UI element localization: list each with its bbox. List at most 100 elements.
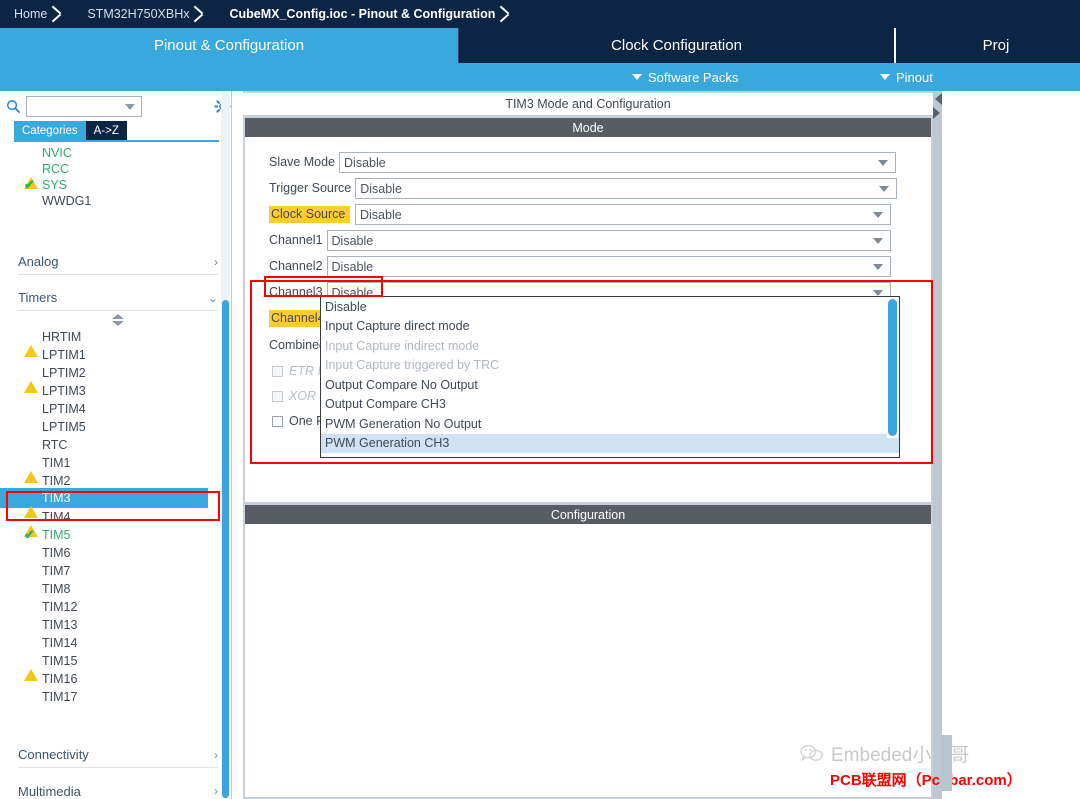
collapse-left-icon[interactable] bbox=[933, 93, 942, 105]
breadcrumb-item-current[interactable]: CubeMX_Config.ioc - Pinout & Configurati… bbox=[211, 0, 495, 28]
peripheral-label: RCC bbox=[42, 162, 70, 176]
field-label: Trigger Source bbox=[269, 181, 352, 195]
sidebar-item-tim6[interactable]: TIM6 bbox=[0, 544, 70, 562]
dropdown-option-label: Output Compare No Output bbox=[325, 377, 478, 392]
channel3-dropdown-list[interactable]: Disable Input Capture direct mode Input … bbox=[320, 296, 900, 458]
chevron-down-icon[interactable] bbox=[125, 103, 135, 110]
peripheral-label: TIM13 bbox=[42, 618, 78, 632]
panel-splitter[interactable] bbox=[933, 91, 942, 799]
section-label: Configuration bbox=[550, 507, 626, 522]
channel2-dropdown[interactable]: Disable bbox=[326, 256, 891, 277]
dropdown-option-highlighted[interactable]: PWM Generation CH3 bbox=[321, 433, 899, 453]
section-header-configuration: Configuration bbox=[245, 505, 931, 524]
sidebar-item-lptim5[interactable]: LPTIM5 bbox=[0, 418, 86, 436]
sidebar-group-analog[interactable]: Analog › bbox=[18, 249, 218, 275]
chevron-right-icon bbox=[47, 0, 69, 28]
checkbox-xor[interactable]: XOR a bbox=[272, 389, 327, 403]
sidebar-item-tim13[interactable]: TIM13 bbox=[0, 616, 77, 634]
trigger-source-dropdown[interactable]: Disable bbox=[355, 178, 898, 199]
chevron-down-icon bbox=[872, 238, 883, 244]
breadcrumb-item-home[interactable]: Home bbox=[0, 0, 47, 28]
field-label: Channel4 bbox=[269, 310, 328, 327]
checkbox-box[interactable] bbox=[272, 365, 283, 377]
checkbox-one-pulse[interactable]: One P bbox=[272, 414, 324, 428]
sidebar-item-tim1[interactable]: TIM1 bbox=[0, 454, 70, 483]
warning-icon bbox=[24, 330, 38, 357]
list-spinner-icon[interactable] bbox=[112, 314, 124, 326]
tab-project-manager[interactable]: Proj bbox=[894, 28, 1080, 63]
sidebar-item-tim17[interactable]: TIM17 bbox=[0, 688, 77, 706]
watermark-top-line: Embeded小飞哥 bbox=[800, 740, 1080, 767]
field-label: Channel1 bbox=[269, 233, 323, 247]
group-label: Connectivity bbox=[18, 747, 89, 762]
dropdown-option[interactable]: Disable bbox=[321, 297, 899, 317]
tab-pinout-configuration[interactable]: Pinout & Configuration bbox=[0, 28, 458, 63]
group-label: Analog bbox=[18, 254, 59, 269]
warning-icon bbox=[24, 162, 38, 189]
peripheral-label: TIM15 bbox=[42, 654, 78, 668]
menu-software-packs[interactable]: Software Packs bbox=[632, 63, 738, 91]
peripheral-label: TIM7 bbox=[42, 564, 71, 578]
dropdown-value: Disable bbox=[344, 155, 386, 170]
tab-clock-configuration[interactable]: Clock Configuration bbox=[458, 28, 894, 63]
peripheral-label: LPTIM5 bbox=[42, 420, 86, 434]
sub-toolbar: Software Packs Pinout bbox=[0, 63, 1080, 91]
dropdown-scrollbar-thumb[interactable] bbox=[888, 299, 897, 436]
search-input[interactable] bbox=[27, 96, 123, 116]
sidebar-scrollbar-thumb[interactable] bbox=[222, 300, 229, 798]
section-header-mode: Mode bbox=[245, 118, 931, 137]
warning-icon bbox=[24, 510, 38, 537]
checkbox-box[interactable] bbox=[272, 415, 283, 427]
check-icon: ✔ bbox=[24, 527, 35, 542]
sidebar-item-lptim4[interactable]: LPTIM4 bbox=[0, 400, 86, 418]
chevron-down-icon bbox=[872, 264, 883, 270]
dropdown-option[interactable]: Input Capture direct mode bbox=[321, 317, 899, 337]
dropdown-option-disabled: Input Capture indirect mode bbox=[321, 336, 899, 356]
wechat-icon bbox=[800, 744, 824, 763]
dropdown-option[interactable]: PWM Generation No Output bbox=[321, 414, 899, 434]
sidebar-group-connectivity[interactable]: Connectivity › bbox=[18, 742, 218, 768]
clock-source-dropdown[interactable]: Disable bbox=[355, 204, 891, 225]
sidebar-item-lptim1[interactable]: LPTIM1 bbox=[0, 346, 86, 364]
sidebar-item-tim8[interactable]: TIM8 bbox=[0, 580, 70, 598]
sidebar-item-tim15[interactable]: TIM15 bbox=[0, 652, 78, 681]
sidebar-group-multimedia[interactable]: Multimedia › bbox=[18, 778, 218, 799]
slave-mode-dropdown[interactable]: Disable bbox=[339, 152, 897, 173]
sidebar-item-tim12[interactable]: TIM12 bbox=[0, 598, 77, 616]
sidebar-group-timers[interactable]: Timers ⌄ bbox=[18, 285, 218, 311]
menu-pinout[interactable]: Pinout bbox=[880, 63, 933, 91]
sidebar-item-lptim2[interactable]: LPTIM2 bbox=[0, 364, 86, 393]
dropdown-option[interactable]: Output Compare No Output bbox=[321, 375, 899, 395]
tab-label: Clock Configuration bbox=[611, 37, 742, 54]
sidebar-item-tim16[interactable]: TIM16 bbox=[0, 670, 77, 688]
sidebar-item-lptim3[interactable]: LPTIM3 bbox=[0, 382, 86, 400]
sidebar-item-wwdg1[interactable]: WWDG1 bbox=[0, 192, 91, 210]
tab-a-to-z[interactable]: A->Z bbox=[85, 121, 127, 140]
breadcrumb-item-mcu[interactable]: STM32H750XBHx bbox=[69, 0, 189, 28]
sidebar-item-tim7[interactable]: TIM7 bbox=[0, 562, 70, 580]
warning-icon bbox=[24, 654, 38, 681]
sidebar-item-tim4[interactable]: TIM4 bbox=[0, 508, 70, 537]
dropdown-option[interactable]: Output Compare CH3 bbox=[321, 395, 899, 415]
tab-categories[interactable]: Categories bbox=[14, 121, 86, 140]
channel1-dropdown[interactable]: Disable bbox=[326, 230, 891, 251]
peripheral-label: TIM17 bbox=[42, 690, 78, 704]
section-label: Mode bbox=[572, 120, 604, 135]
tab-label: Pinout & Configuration bbox=[153, 37, 305, 54]
sidebar-item-tim14[interactable]: TIM14 bbox=[0, 634, 77, 652]
menu-label: Software Packs bbox=[648, 69, 739, 85]
search-combo[interactable] bbox=[26, 95, 142, 117]
sidebar-item-tim5[interactable]: ✔ TIM5 bbox=[0, 526, 70, 544]
peripheral-label: TIM2 bbox=[42, 474, 71, 488]
expand-right-icon[interactable] bbox=[933, 107, 942, 119]
peripheral-label: SYS bbox=[42, 178, 68, 192]
sidebar-item-hrtim[interactable]: HRTIM bbox=[0, 328, 81, 357]
checkbox-box[interactable] bbox=[272, 390, 283, 402]
breadcrumb-label: CubeMX_Config.ioc - Pinout & Configurati… bbox=[229, 7, 496, 21]
dropdown-option-label: Input Capture indirect mode bbox=[325, 338, 480, 353]
checkbox-etr[interactable]: ETR I bbox=[272, 364, 321, 378]
watermark-bar bbox=[941, 735, 952, 791]
sidebar-item-tim3[interactable]: TIM3 bbox=[0, 488, 208, 518]
peripheral-label: TIM6 bbox=[42, 546, 71, 560]
sidebar-item-rtc[interactable]: RTC bbox=[0, 436, 67, 454]
